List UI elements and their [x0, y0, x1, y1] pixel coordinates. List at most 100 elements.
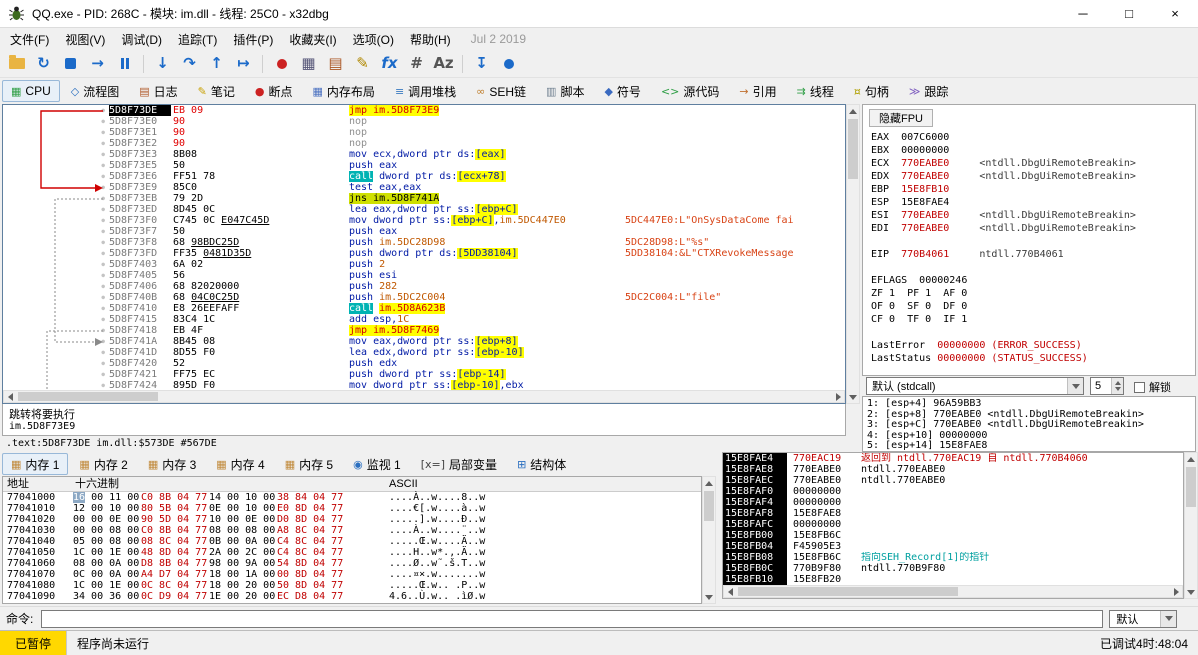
dump-vscrollbar[interactable]	[702, 476, 716, 604]
argument-row[interactable]: 3: [esp+C] 770EABE0 <ntdll.DbgUiRemoteBr…	[867, 420, 1195, 431]
disasm-row[interactable]: ●5D8F7421FF75 ECpush dword ptr ss:[ebp-1…	[3, 369, 845, 380]
assemble-button[interactable]: fx	[377, 52, 402, 76]
tab-threads[interactable]: ⇉线程	[788, 80, 843, 102]
tab-graph[interactable]: ◇流程图	[62, 80, 128, 102]
disasm-row[interactable]: ●5D8F7410E8 26EEFAFFcall im.5D8A623B	[3, 303, 845, 314]
disasm-row[interactable]: ●5D8F7424895D F0mov dword ptr ss:[ebp-10…	[3, 380, 845, 390]
register-line[interactable]: ESP 15E8FAE4	[871, 196, 1136, 209]
font-button[interactable]: Az	[431, 52, 456, 76]
stack-row[interactable]: 15E8FB1015E8FB20	[723, 574, 1183, 585]
dropdown-arrow-icon[interactable]	[1067, 378, 1083, 394]
tab-handles[interactable]: ¤句柄	[845, 80, 898, 102]
register-line[interactable]: EBP 15E8FB10	[871, 183, 1136, 196]
scrollbar-track[interactable]	[736, 586, 1170, 597]
register-line[interactable]: EAX 007C6000	[871, 131, 1136, 144]
dump-row[interactable]: 770410801C 00 1E 000C 8C 04 7718 00 20 0…	[3, 580, 701, 591]
register-line[interactable]: ESI 770EABE0 <ntdll.DbgUiRemoteBreakin>	[871, 209, 1136, 222]
disasm-row[interactable]: ●5D8F73DEEB 09jmp im.5D8F73E9	[3, 105, 845, 116]
terminate-button[interactable]	[58, 52, 83, 76]
scroll-right-button[interactable]	[832, 391, 844, 403]
disasm-row[interactable]: ●5D8F73E38B08mov ecx,dword ptr ds:[eax]	[3, 149, 845, 160]
tab-locals[interactable]: [x=]局部变量	[412, 453, 506, 475]
stack-vscrollbar[interactable]	[1184, 452, 1198, 599]
scrollbar-thumb[interactable]	[1186, 467, 1196, 507]
register-line[interactable]: EFLAGS 00000246	[871, 274, 1136, 287]
tab-breakpoints[interactable]: ●断点	[246, 80, 302, 102]
tab-cpu[interactable]: ▦CPU	[2, 80, 60, 102]
run-to-user-code-button[interactable]: ↦	[231, 52, 256, 76]
scroll-down-button[interactable]	[703, 591, 715, 603]
menu-item[interactable]: 帮助(H)	[402, 28, 459, 51]
tab-memory-map[interactable]: ▦内存布局	[304, 80, 384, 102]
close-button[interactable]: ×	[1152, 0, 1198, 27]
disasm-row[interactable]: ●5D8F740668 82020000push 282	[3, 281, 845, 292]
scrollbar-thumb[interactable]	[18, 392, 158, 401]
help-button[interactable]	[496, 52, 521, 76]
tab-struct[interactable]: ⊞结构体	[508, 453, 575, 475]
disasm-row[interactable]: ●5D8F740556push esi	[3, 270, 845, 281]
minimize-button[interactable]: ─	[1060, 0, 1106, 27]
scroll-up-button[interactable]	[847, 105, 859, 117]
stack-row[interactable]: 15E8FAE8770EABE0ntdll.770EABE0	[723, 464, 1183, 475]
tab-memory-4[interactable]: ▦内存 4	[207, 453, 273, 475]
register-line[interactable]: OF 0 SF 0 DF 0	[871, 300, 1136, 313]
dump-row[interactable]: 7704106008 00 0A 00D8 8B 04 7798 00 9A 0…	[3, 558, 701, 569]
disasm-row[interactable]: ●5D8F73E090nop	[3, 116, 845, 127]
hide-fpu-button[interactable]: 隐藏FPU	[869, 109, 933, 127]
stack-row[interactable]: 15E8FB04F45905E3	[723, 541, 1183, 552]
stack-row[interactable]: 15E8FAF815E8FAE8	[723, 508, 1183, 519]
pause-button[interactable]	[112, 52, 137, 76]
dropdown-arrow-icon[interactable]	[1160, 611, 1176, 627]
stack-row[interactable]: 15E8FAFC00000000	[723, 519, 1183, 530]
step-over-button[interactable]: ↷	[177, 52, 202, 76]
scroll-left-button[interactable]	[4, 391, 16, 403]
disasm-row[interactable]: ●5D8F741583C4 1Cadd esp,1C	[3, 314, 845, 325]
argument-row[interactable]: 5: [esp+14] 15E8FAE8	[867, 441, 1195, 452]
command-input[interactable]	[41, 610, 1103, 628]
scroll-down-button[interactable]	[847, 391, 859, 403]
disasm-row[interactable]: ●5D8F7418EB 4Fjmp im.5D8F7469	[3, 325, 845, 336]
memory-map-button[interactable]: ▦	[296, 52, 321, 76]
scroll-right-button[interactable]	[1170, 586, 1182, 598]
stack-row[interactable]: 15E8FB0015E8FB6C	[723, 530, 1183, 541]
disasm-row[interactable]: ●5D8F73E6FF51 78call dword ptr ds:[ecx+7…	[3, 171, 845, 182]
scroll-left-button[interactable]	[724, 586, 736, 598]
disasm-row[interactable]: ●5D8F741A8B45 08mov eax,dword ptr ss:[eb…	[3, 336, 845, 347]
disasm-row[interactable]: ●5D8F742052push edx	[3, 358, 845, 369]
open-file-button[interactable]	[4, 52, 29, 76]
stack-row[interactable]: 15E8FAE4770EAC19返回到 ntdll.770EAC19 自 ntd…	[723, 453, 1183, 464]
dump-row[interactable]: 7704109034 00 36 000C D9 04 771E 00 20 0…	[3, 591, 701, 602]
tab-references[interactable]: →引用	[730, 80, 785, 102]
dump-row[interactable]: 770410700C 00 0A 00A4 D7 04 7718 00 1A 0…	[3, 569, 701, 580]
scroll-up-button[interactable]	[703, 477, 715, 489]
scroll-up-button[interactable]	[1185, 453, 1197, 465]
disasm-row[interactable]: ●5D8F73F868 98BDC25Dpush im.5DC28D985DC2…	[3, 237, 845, 248]
disassembly-vscrollbar[interactable]	[846, 104, 860, 404]
register-line[interactable]: LastError 00000000 (ERROR_SUCCESS)	[871, 339, 1136, 352]
disasm-row[interactable]: ●5D8F73FDFF35 0481D35Dpush dword ptr ds:…	[3, 248, 845, 259]
tab-watch-1[interactable]: ◉监视 1	[344, 453, 410, 475]
argument-row[interactable]: 1: [esp+4] 96A59BB3	[867, 399, 1195, 410]
stack-row[interactable]: 15E8FAEC770EABE0ntdll.770EABE0	[723, 475, 1183, 486]
disasm-row[interactable]: ●5D8F73E190nop	[3, 127, 845, 138]
scrollbar-thumb[interactable]	[704, 491, 714, 521]
disasm-row[interactable]: ●5D8F741D8D55 F0lea edx,dword ptr ss:[eb…	[3, 347, 845, 358]
checkbox-icon[interactable]	[1134, 382, 1145, 393]
tab-trace[interactable]: ≫跟踪	[900, 80, 958, 102]
disasm-row[interactable]: ●5D8F73E550push eax	[3, 160, 845, 171]
maximize-button[interactable]: □	[1106, 0, 1152, 27]
tab-log[interactable]: ▤日志	[130, 80, 186, 102]
run-button[interactable]: →	[85, 52, 110, 76]
menu-item[interactable]: 追踪(T)	[170, 28, 225, 51]
menu-item[interactable]: 文件(F)	[2, 28, 57, 51]
menu-item[interactable]: 插件(P)	[225, 28, 281, 51]
register-line[interactable]: ZF 1 PF 1 AF 0	[871, 287, 1136, 300]
disasm-row[interactable]: ●5D8F73F750push eax	[3, 226, 845, 237]
dump-row[interactable]: 7704100016 00 11 00C0 8B 04 7714 00 10 0…	[3, 492, 701, 503]
scrollbar-track[interactable]	[1185, 465, 1197, 586]
disasm-row[interactable]: ●5D8F73F0C745 0C E047C45Dmov dword ptr s…	[3, 215, 845, 226]
command-mode-dropdown[interactable]: 默认	[1109, 610, 1177, 628]
dump-row[interactable]: 7704103000 00 08 00C0 8B 04 7708 00 08 0…	[3, 525, 701, 536]
label-button[interactable]: #	[404, 52, 429, 76]
menu-item[interactable]: 调试(D)	[113, 28, 170, 51]
